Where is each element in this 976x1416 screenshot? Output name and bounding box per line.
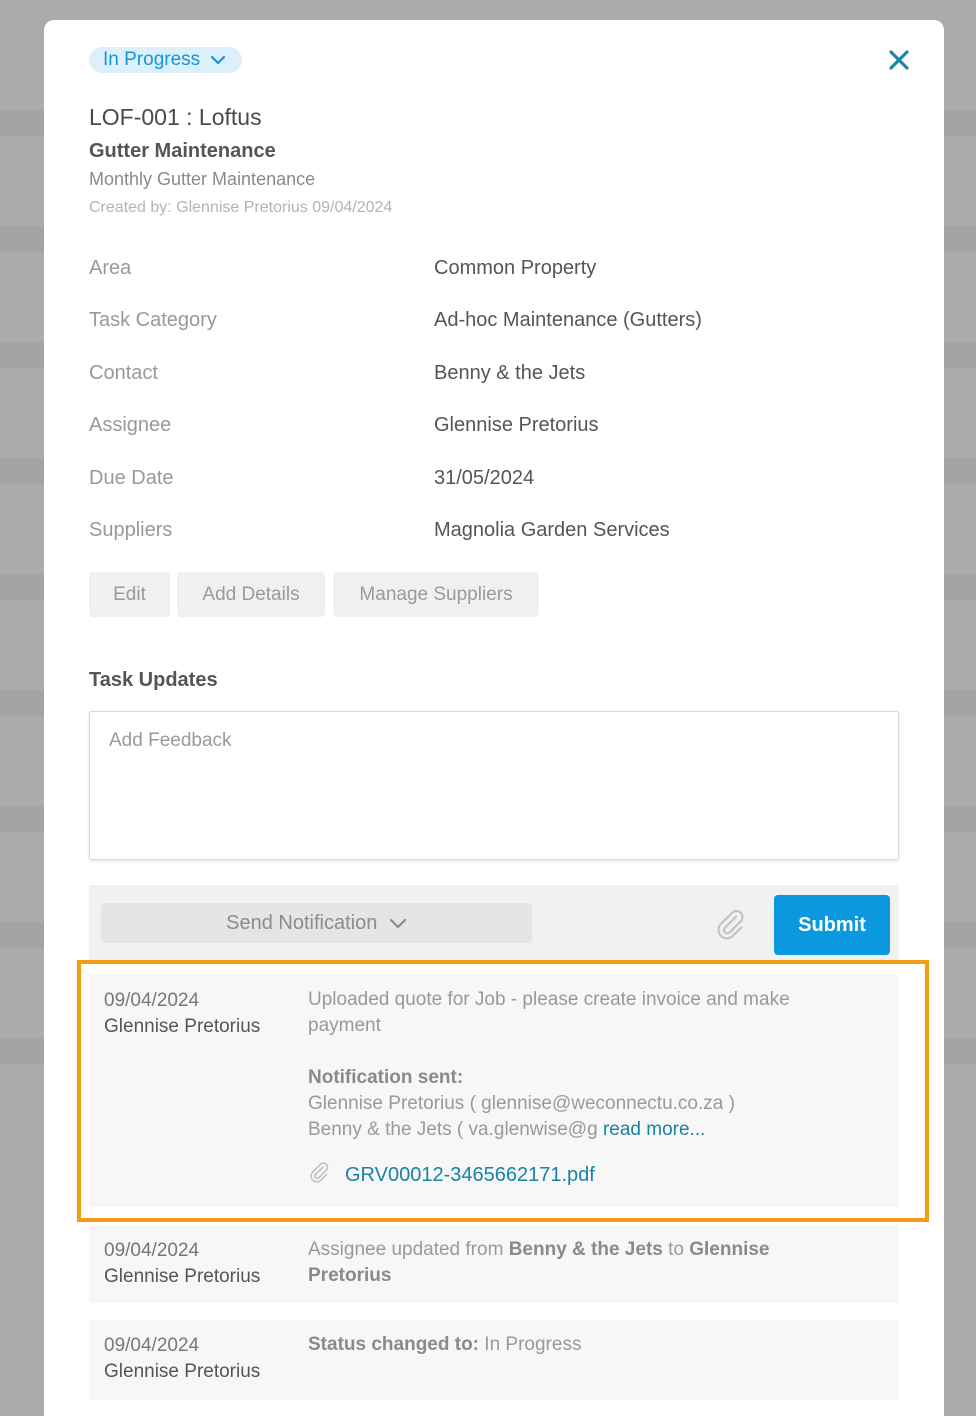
paperclip-icon <box>310 1162 329 1183</box>
assignee-from: Benny & the Jets <box>508 1239 663 1260</box>
status-label: In Progress <box>103 49 201 70</box>
update-message: Status changed to: In Progress <box>308 1332 848 1358</box>
update-item: 09/04/2024 Glennise Pretorius Assignee u… <box>89 1225 899 1303</box>
feedback-input[interactable] <box>89 711 899 860</box>
send-notification-label: Send Notification <box>226 912 378 934</box>
read-more-link[interactable]: read more... <box>603 1119 705 1140</box>
detail-label: Due Date <box>89 467 174 489</box>
recipient-text: Benny & the Jets ( va.glenwise@g <box>308 1119 598 1140</box>
detail-label: Suppliers <box>89 519 173 541</box>
detail-label: Area <box>89 257 132 279</box>
submit-button[interactable]: Submit <box>774 895 890 955</box>
chevron-down-icon <box>211 55 226 65</box>
update-message: Uploaded quote for Job - please create i… <box>308 989 790 1036</box>
edit-button[interactable]: Edit <box>89 572 170 617</box>
task-modal: In Progress LOF-001 : Loftus Gutter Main… <box>44 20 944 1416</box>
status-change-label: Status changed to: <box>308 1334 480 1355</box>
update-date: 09/04/2024 <box>104 1240 200 1261</box>
close-icon[interactable] <box>885 46 913 74</box>
detail-value: Magnolia Garden Services <box>434 519 670 541</box>
assignee-change-mid: to <box>662 1239 690 1260</box>
detail-value: Glennise Pretorius <box>434 414 599 436</box>
chevron-down-icon <box>389 918 406 929</box>
status-change-value: In Progress <box>479 1334 582 1355</box>
notification-recipient: Glennise Pretorius ( glennise@weconnectu… <box>308 1093 735 1114</box>
update-author: Glennise Pretorius <box>104 1266 261 1287</box>
update-date: 09/04/2024 <box>104 1335 200 1356</box>
task-name: Gutter Maintenance <box>89 140 276 162</box>
detail-label: Assignee <box>89 414 172 436</box>
notification-recipient: Benny & the Jets ( va.glenwise@g read mo… <box>308 1117 888 1143</box>
task-description: Monthly Gutter Maintenance <box>89 169 316 189</box>
manage-suppliers-button[interactable]: Manage Suppliers <box>333 572 539 617</box>
update-item: 09/04/2024 Glennise Pretorius Uploaded q… <box>89 975 899 1207</box>
task-updates-heading: Task Updates <box>89 669 218 691</box>
notification-label: Notification sent: <box>308 1067 464 1088</box>
update-date: 09/04/2024 <box>104 990 200 1011</box>
notification-sent-label: Notification sent: <box>308 1065 848 1091</box>
detail-value: Ad-hoc Maintenance (Gutters) <box>434 309 702 331</box>
page-title: LOF-001 : Loftus <box>89 104 262 130</box>
assignee-change-prefix: Assignee updated from <box>308 1239 509 1260</box>
attachment-link[interactable]: GRV00012-3465662171.pdf <box>345 1164 595 1187</box>
detail-label: Contact <box>89 362 158 384</box>
detail-value: 31/05/2024 <box>434 467 535 489</box>
created-by: Created by: Glennise Pretorius 09/04/202… <box>89 199 393 216</box>
update-author: Glennise Pretorius <box>104 1361 261 1382</box>
status-dropdown[interactable]: In Progress <box>89 47 243 73</box>
detail-label: Task Category <box>89 309 217 331</box>
update-author: Glennise Pretorius <box>104 1016 261 1037</box>
detail-value: Common Property <box>434 257 597 279</box>
detail-value: Benny & the Jets <box>434 362 586 384</box>
send-notification-dropdown[interactable]: Send Notification <box>101 903 532 943</box>
update-item: 09/04/2024 Glennise Pretorius Status cha… <box>89 1320 899 1400</box>
update-toolbar: Send Notification Submit <box>89 885 899 960</box>
add-details-button[interactable]: Add Details <box>177 572 325 617</box>
update-message: Assignee updated from Benny & the Jets t… <box>308 1237 848 1289</box>
paperclip-icon[interactable] <box>714 907 746 941</box>
